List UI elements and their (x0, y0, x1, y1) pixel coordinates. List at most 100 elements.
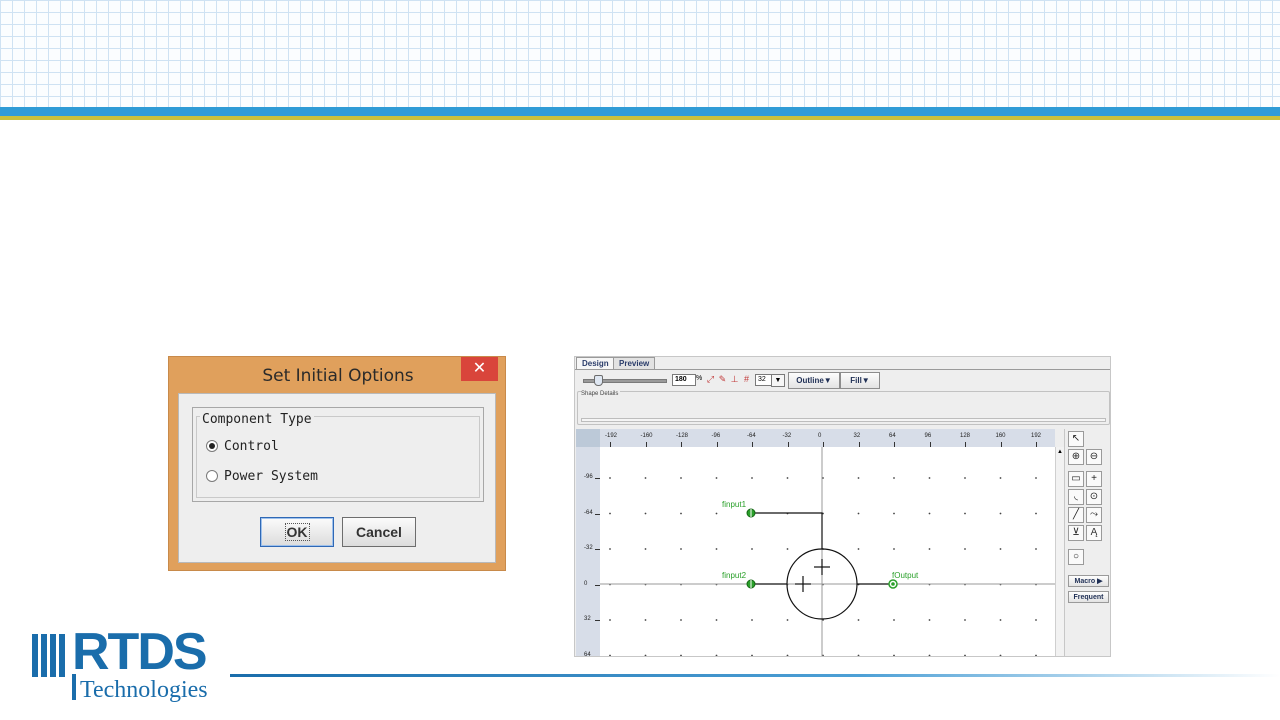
grid-dot (715, 548, 718, 550)
arc-icon[interactable]: ◟ (1068, 489, 1084, 505)
grid-dot (609, 654, 611, 656)
ruler-y-tick (595, 655, 600, 656)
grid-dot (644, 654, 647, 656)
ruler-y-tick (595, 620, 600, 621)
logo-bar (59, 634, 65, 677)
component-type-label: Component Type (200, 412, 314, 427)
ruler-x-tick-label: 96 (924, 433, 932, 439)
ruler-x-tick (681, 442, 682, 447)
ruler-x-tick (716, 442, 718, 447)
ruler-x-tick-label: -96 (711, 433, 721, 439)
details-scrollbar[interactable] (581, 418, 1106, 422)
ruler-y-tick-label: -64 (584, 509, 593, 516)
input1-wire (751, 512, 823, 549)
snap-icon[interactable]: ⊥ (729, 374, 740, 385)
text-icon[interactable]: Ą (1086, 525, 1102, 541)
grid-dot (893, 654, 895, 656)
ruler-corner (576, 429, 600, 447)
grid-dot (680, 619, 682, 621)
outline-button[interactable]: Outline▼ (788, 372, 840, 389)
grid-dot (928, 619, 931, 621)
dialog-title: Set Initial Options (262, 366, 414, 386)
grid-dot (786, 477, 789, 479)
grid-dot (964, 654, 966, 656)
header-stripe-yellow (0, 116, 1280, 120)
node-icon[interactable]: ○ (1068, 549, 1084, 565)
polyline-icon[interactable]: ⤳ (1086, 507, 1102, 523)
grid-dot (609, 548, 611, 550)
grid-dot (680, 548, 682, 550)
grid-dot (893, 512, 895, 515)
grid-dot (609, 477, 611, 479)
grid-dot (999, 512, 1002, 515)
line-icon[interactable]: ╱ (1068, 507, 1084, 523)
ruler-x-tick-label: 64 (889, 433, 896, 439)
grid-dot (644, 548, 647, 550)
rtds-logo: RTDS Technologies (32, 626, 242, 708)
ruler-y-tick (595, 513, 600, 515)
zoom-in-icon[interactable]: ⊕ (1068, 449, 1084, 465)
grid-dot (715, 654, 718, 656)
input1-label: finput1 (722, 500, 747, 509)
pointer-icon[interactable]: ↖ (1068, 431, 1084, 447)
radio-control[interactable]: Control (206, 439, 279, 454)
logo-bar (50, 634, 56, 677)
scroll-up-icon[interactable]: ▲ (1057, 449, 1063, 455)
ruler-x-tick (858, 442, 860, 447)
zoom-fit-icon[interactable]: ⤢ (705, 374, 716, 385)
ruler-x-tick (1036, 442, 1037, 447)
grid-dot (857, 548, 860, 550)
cancel-button[interactable]: Cancel (342, 517, 416, 547)
logo-bar (41, 634, 47, 677)
logo-subtitle: Technologies (80, 677, 208, 703)
radio-unselected-icon[interactable] (206, 470, 218, 482)
zoom-slider-handle[interactable] (594, 375, 603, 386)
radio-power-system-label: Power System (224, 469, 318, 484)
macro-button[interactable]: Macro ▶ (1068, 575, 1109, 587)
frequent-button[interactable]: Frequent (1068, 591, 1109, 603)
ruler-x-tick-label: -32 (782, 433, 792, 439)
pen-icon[interactable]: ✎ (717, 374, 728, 385)
grid-dot (999, 619, 1002, 621)
radio-control-label: Control (224, 439, 279, 454)
circle-icon[interactable]: ⊙ (1086, 489, 1102, 505)
close-icon[interactable]: ✕ (461, 357, 498, 381)
radio-selected-icon[interactable] (206, 440, 218, 452)
grid-icon[interactable]: # (741, 374, 752, 385)
grid-dot (893, 619, 895, 621)
grid-dot (964, 477, 966, 479)
ruler-y-tick-label: -96 (584, 474, 593, 480)
ruler-top (600, 429, 1055, 447)
zoom-input[interactable]: 180 (672, 374, 696, 386)
grid-dot (857, 512, 860, 515)
add-point-icon[interactable]: + (1086, 471, 1102, 487)
radio-power-system[interactable]: Power System (206, 469, 318, 484)
grid-dot (857, 619, 860, 621)
component-editor: Design Preview 180 % ⤢ ✎ ⊥ # 32 ▼ Outlin… (574, 356, 1111, 657)
footer-line (230, 674, 1280, 677)
grid-dot (680, 654, 682, 656)
grid-dot (964, 548, 966, 550)
ruler-x-tick (645, 442, 647, 447)
grid-dot (928, 512, 931, 515)
chevron-down-icon[interactable]: ▼ (771, 374, 785, 387)
ruler-y-tick-label: 64 (584, 651, 591, 657)
grid-dot (1035, 512, 1037, 515)
rectangle-icon[interactable]: ▭ (1068, 471, 1084, 487)
logo-stem (72, 674, 76, 700)
ok-button[interactable]: OK (260, 517, 334, 547)
ruler-x-tick (965, 442, 966, 447)
fill-button[interactable]: Fill▼ (840, 372, 880, 389)
grid-dot (609, 512, 611, 515)
drawing-canvas[interactable]: finput1 finput2 fOutput (600, 447, 1055, 656)
component-type-group: Component Type Control Power System (192, 407, 484, 502)
grid-dot (715, 619, 718, 621)
play-icon: ▶ (1097, 578, 1103, 585)
ruler-x-tick-label: 0 (818, 433, 822, 439)
editor-toolbar: 180 % ⤢ ✎ ⊥ # 32 ▼ Outline▼ Fill▼ (575, 370, 1110, 392)
group-border (196, 416, 480, 498)
ruler-x-tick (1000, 442, 1002, 447)
port-icon[interactable]: ⊻ (1068, 525, 1084, 541)
grid-dot (999, 477, 1002, 479)
zoom-out-icon[interactable]: ⊖ (1086, 449, 1102, 465)
